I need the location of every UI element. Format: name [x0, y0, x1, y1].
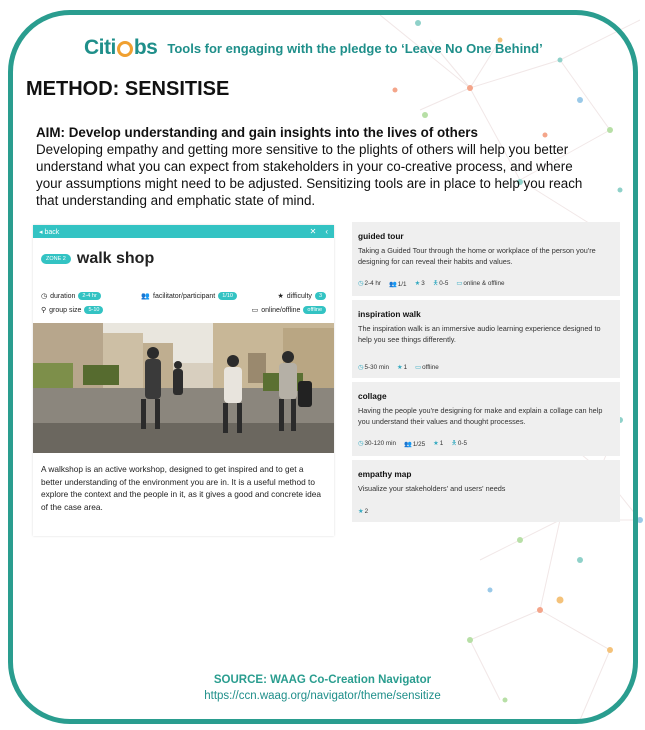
- aim-heading: AIM: Develop understanding and gain insi…: [36, 125, 478, 140]
- header: Citi bs Tools for engaging with the pledg…: [84, 36, 543, 60]
- meta-row-2: ⚲ group size 5-10 ▭ online/offline offline: [33, 306, 334, 314]
- monitor-icon: ▭: [456, 280, 463, 287]
- walkshop-photo: [33, 323, 334, 453]
- tool-card-collage[interactable]: collage Having the people you're designi…: [352, 382, 620, 456]
- street-scene-illustration: [33, 323, 334, 453]
- person-icon: ⚲: [41, 307, 47, 314]
- walkshop-description: A walkshop is an active workshop, design…: [41, 464, 321, 512]
- monitor-icon: ▭: [415, 364, 422, 371]
- clock-icon: ◷: [358, 364, 364, 371]
- source-url[interactable]: https://ccn.waag.org/navigator/theme/sen…: [0, 690, 645, 702]
- close-icon[interactable]: ✕: [310, 227, 317, 236]
- star-icon: ★: [358, 508, 364, 515]
- clock-icon: ◷: [41, 293, 48, 300]
- logo-o-ring: [116, 41, 133, 57]
- monitor-icon: ▭: [251, 307, 259, 314]
- people-icon: 👥: [388, 280, 397, 288]
- person-icon: 🯅: [451, 440, 457, 447]
- tool-title: collage: [358, 391, 387, 401]
- tagline: Tools for engaging with the pledge to ‘L…: [167, 40, 543, 56]
- star-icon: ★: [433, 440, 439, 447]
- source-label: SOURCE: WAAG Co-Creation Navigator: [213, 674, 432, 686]
- method-title: METHOD: SENSITISE: [26, 78, 230, 100]
- aim-body: Developing empathy and getting more sens…: [36, 142, 583, 208]
- tool-meta: ◷2-4 hr 👥1/1 ★3 🯅0-5 ▭online & offline: [358, 280, 505, 288]
- clock-icon: ◷: [358, 440, 364, 447]
- tool-title: empathy map: [358, 469, 412, 479]
- tool-meta: ◷5-30 min ★1 ▭offline: [358, 364, 439, 371]
- tool-desc: The inspiration walk is an immersive aud…: [358, 324, 601, 344]
- tool-meta: ◷30-120 min 👥1/25 ★1 🯅0-5: [358, 440, 467, 448]
- zone-badge: ZONE 2: [41, 254, 71, 264]
- person-icon: 🯅: [432, 280, 439, 287]
- tool-meta: ★2: [358, 508, 369, 515]
- walkshop-topbar: ◂ back ✕ ‹: [33, 225, 334, 238]
- aim-section: AIM: Develop understanding and gain insi…: [36, 124, 596, 209]
- tool-desc: Taking a Guided Tour through the home or…: [358, 246, 596, 266]
- zone-row: ZONE 2 walk shop: [41, 250, 334, 268]
- tool-card-inspiration-walk[interactable]: inspiration walk The inspiration walk is…: [352, 300, 620, 378]
- back-link[interactable]: ◂ back: [39, 228, 59, 236]
- tool-card-guided-tour[interactable]: guided tour Taking a Guided Tour through…: [352, 222, 620, 296]
- star-icon: ★: [414, 280, 421, 287]
- tool-desc: Having the people you're designing for m…: [358, 406, 603, 426]
- star-icon: ★: [277, 293, 284, 300]
- tool-card-empathy-map[interactable]: empathy map Visualize your stakeholders'…: [352, 460, 620, 522]
- tool-list: guided tour Taking a Guided Tour through…: [352, 222, 620, 526]
- chevron-left-icon[interactable]: ‹: [325, 227, 328, 236]
- tool-desc: Visualize your stakeholders' and users' …: [358, 484, 506, 493]
- tool-title: inspiration walk: [358, 309, 421, 319]
- citiobs-logo: Citi bs: [84, 36, 158, 59]
- star-icon: ★: [397, 364, 403, 371]
- tool-title: guided tour: [358, 231, 404, 241]
- meta-row-1: ◷ duration 2-4 hr 👥 facilitator/participant…: [33, 292, 334, 300]
- clock-icon: ◷: [358, 280, 364, 287]
- people-icon: 👥: [404, 440, 412, 448]
- walkshop-title: walk shop: [76, 250, 155, 267]
- walkshop-card: ◂ back ✕ ‹ ZONE 2 walk shop ◷ duration 2-4…: [33, 225, 334, 536]
- people-icon: 👥: [141, 293, 150, 300]
